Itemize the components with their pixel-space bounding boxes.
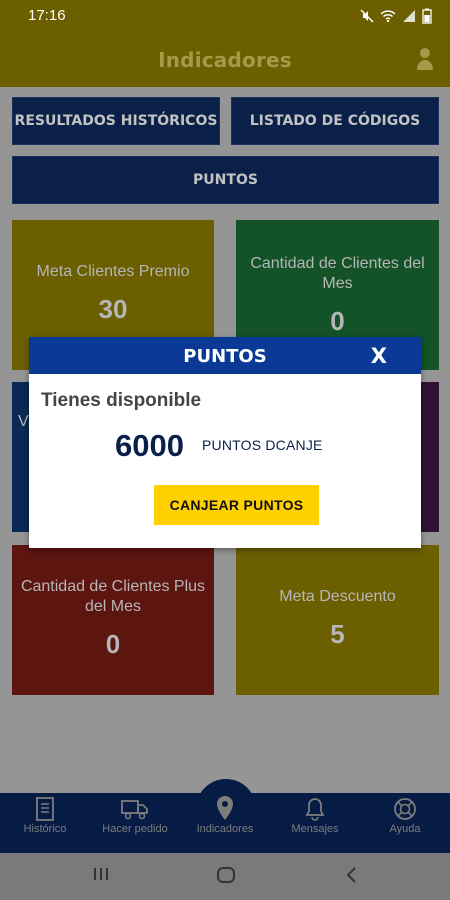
tab-hacer-pedido[interactable]: Hacer pedido	[90, 797, 180, 835]
tab-indicadores[interactable]: Indicadores	[180, 795, 270, 835]
indicator-card-plus-clients[interactable]: Cantidad de Clientes Plus del Mes 0	[12, 545, 214, 695]
back-icon[interactable]	[344, 865, 358, 890]
tab-label: Indicadores	[196, 823, 254, 835]
location-pin-icon	[217, 796, 233, 820]
historical-results-button[interactable]: RESULTADOS HISTÓRICOS	[12, 97, 220, 145]
points-button[interactable]: PUNTOS	[12, 156, 439, 204]
dialog-header: PUNTOS X	[29, 337, 421, 374]
card-value: 30	[98, 294, 128, 324]
signal-icon	[402, 9, 416, 28]
indicator-card-discount-goal[interactable]: Meta Descuento 5	[236, 545, 439, 695]
tab-ayuda[interactable]: Ayuda	[360, 797, 450, 835]
card-label: Cantidad de Clientes Plus del Mes	[20, 578, 206, 615]
dialog-title: PUNTOS	[183, 346, 267, 367]
card-label: Meta Clientes Premio	[36, 263, 190, 280]
lifebuoy-icon	[394, 798, 416, 820]
recent-apps-icon[interactable]	[92, 865, 110, 888]
card-label: Cantidad de Clientes del Mes	[250, 255, 425, 292]
tab-label: Ayuda	[389, 823, 421, 835]
tab-label: Histórico	[23, 823, 67, 835]
redeem-points-button[interactable]: CANJEAR PUNTOS	[154, 485, 319, 525]
wifi-icon	[380, 9, 396, 28]
codes-list-button[interactable]: LISTADO DE CÓDIGOS	[231, 97, 439, 145]
document-icon	[36, 797, 54, 821]
bottom-navigation: Histórico Hacer pedido Indicadores Mensa…	[0, 779, 450, 853]
tab-historico[interactable]: Histórico	[0, 797, 90, 835]
battery-icon	[422, 8, 432, 29]
card-value: 5	[330, 619, 345, 649]
status-bar: 17:16	[0, 0, 450, 32]
bell-icon	[305, 798, 325, 821]
truck-icon	[121, 800, 148, 820]
card-value: 0	[105, 629, 121, 659]
app-header: Indicadores	[0, 32, 450, 87]
available-label: Tienes disponible	[41, 390, 202, 411]
tab-label: Mensajes	[291, 823, 339, 835]
close-button[interactable]: X	[371, 344, 387, 368]
status-icons	[360, 8, 432, 29]
system-navigation-bar	[0, 853, 450, 900]
status-time: 17:16	[28, 7, 66, 24]
mute-icon	[360, 9, 374, 28]
tab-mensajes[interactable]: Mensajes	[270, 797, 360, 835]
card-label: Meta Descuento	[279, 588, 396, 605]
user-icon[interactable]	[416, 47, 434, 71]
card-value: 0	[330, 306, 345, 336]
points-amount: 6000	[115, 428, 184, 463]
tab-label: Hacer pedido	[102, 823, 168, 835]
points-unit: PUNTOS DCANJE	[202, 437, 323, 453]
page-title: Indicadores	[158, 48, 292, 72]
points-dialog: PUNTOS X Tienes disponible 6000 PUNTOS D…	[29, 337, 421, 548]
home-icon[interactable]	[216, 865, 236, 890]
